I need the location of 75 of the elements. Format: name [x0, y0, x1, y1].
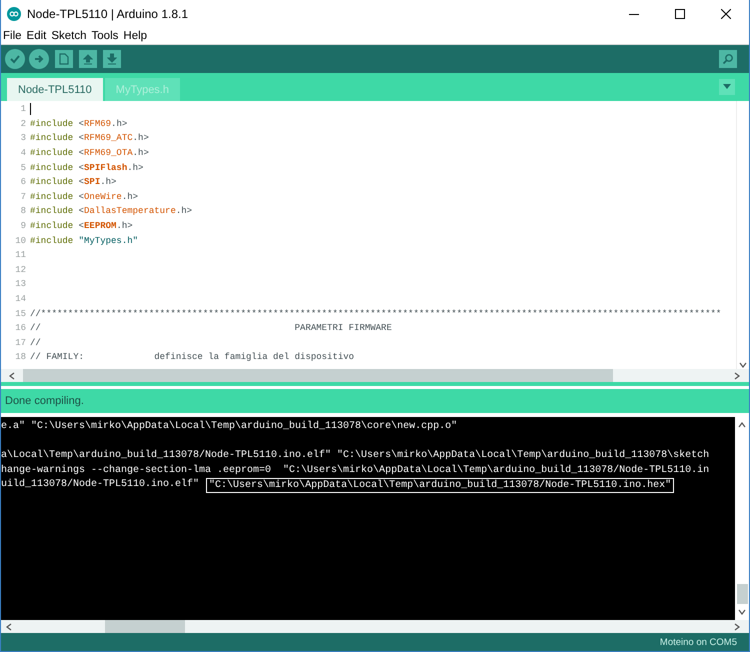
horizontal-scrollbar[interactable]: [1, 369, 749, 382]
menu-item[interactable]: File: [1, 30, 25, 42]
highlighted-console-text: "C:\Users\mirko\AppData\Local\Temp\arduino_build_113078/Node-TPL5110.ino.hex": [206, 478, 674, 494]
horizontal-scrollbar[interactable]: [1, 620, 749, 633]
code-line: #include <RFM69_OTA.h>: [30, 148, 149, 158]
text-cursor: [30, 103, 31, 116]
line-number: 14: [14, 294, 27, 304]
code-line: #include <RFM69_ATC.h>: [30, 133, 149, 144]
code-line: #include <DallasTemperature.h>: [30, 206, 192, 216]
chevron-up-icon[interactable]: [738, 421, 746, 429]
chevron-left-icon[interactable]: [5, 622, 13, 630]
line-number: 7: [20, 192, 27, 202]
line-number: 8: [20, 206, 27, 216]
code-line: #include <SPI.h>: [30, 177, 116, 188]
menu-item[interactable]: Help: [121, 30, 150, 42]
save-button[interactable]: [103, 50, 121, 68]
close-icon: [721, 9, 731, 19]
arrow-up-icon: [83, 53, 93, 65]
maximize-icon: [675, 9, 685, 19]
line-number: 5: [20, 162, 27, 173]
line-number: 10: [14, 236, 27, 246]
line-number: 13: [14, 279, 27, 290]
line-number: 17: [14, 338, 27, 348]
code-line: #include "MyTypes.h": [30, 236, 138, 246]
line-number: 2: [20, 118, 27, 129]
line-number: 18: [14, 352, 27, 362]
status-message: Done compiling.: [1, 389, 749, 413]
tab-menu-button[interactable]: [719, 79, 735, 95]
console-line: hange-warnings --change-section-lma .eeprom=0 "C:\Users\mirko\AppData\Local\Temp\arduino_build_113078/Node-TPL5110.in: [1, 464, 710, 478]
console-line: uild_113078/Node-TPL5110.ino.elf": [1, 478, 200, 492]
search-icon: [722, 53, 734, 65]
line-number: 3: [20, 133, 27, 144]
line-number: 11: [14, 250, 27, 260]
line-number: 16: [14, 323, 27, 334]
verify-button[interactable]: [5, 49, 25, 69]
code-line: #include <EEPROM.h>: [30, 221, 133, 232]
checkmark-icon: [9, 53, 21, 65]
code-line: // PARAMETRI FIRMWARE: [30, 323, 392, 334]
menu-item[interactable]: Sketch: [49, 30, 90, 42]
chevron-down-icon[interactable]: [738, 608, 746, 616]
triangle-down-icon: [723, 84, 731, 90]
menu-item[interactable]: Tools: [90, 30, 122, 42]
code-line: #include <RFM69.h>: [30, 118, 128, 129]
line-number: 9: [20, 221, 27, 232]
line-number: 6: [20, 177, 27, 188]
file-tab[interactable]: Node-TPL5110: [7, 78, 103, 101]
open-button[interactable]: [79, 50, 97, 68]
code-line: // FAMILY: definisce la famiglia del dispositivo: [30, 352, 354, 362]
serial-monitor-button[interactable]: [719, 50, 737, 68]
document-icon: [59, 53, 69, 65]
board-status: Moteino on COM5: [660, 636, 737, 648]
chevron-right-icon[interactable]: [733, 372, 741, 380]
window-title: Node-TPL5110 | Arduino 1.8.1: [27, 7, 190, 21]
code-line: #include <SPIFlash.h>: [30, 162, 144, 173]
chevron-left-icon[interactable]: [8, 372, 16, 380]
vertical-scrollbar[interactable]: [736, 101, 749, 369]
line-number: 15: [14, 308, 27, 319]
app-logo-icon: [7, 7, 21, 21]
code-line: //: [30, 338, 41, 348]
line-number: 1: [20, 104, 27, 114]
console-line: e.a" "C:\Users\mirko\AppData\Local\Temp\arduino_build_113078\core\new.cpp.o": [1, 420, 458, 434]
console-line: a\Local\Temp\arduino_build_113078/Node-TPL5110.ino.elf" "C:\Users\mirko\AppData\Local\Temp\arduino_build_113078\sketch: [1, 449, 710, 464]
arrow-down-icon: [107, 53, 117, 65]
chevron-right-icon[interactable]: [733, 622, 741, 630]
new-button[interactable]: [55, 50, 73, 68]
line-number: 4: [20, 148, 27, 158]
code-line: #include <OneWire.h>: [30, 192, 138, 202]
arrow-right-icon: [33, 53, 45, 65]
vertical-scrollbar[interactable]: [735, 417, 749, 620]
menu-item[interactable]: Edit: [24, 30, 50, 42]
code-line: //******************************************************************************************************************************: [30, 308, 722, 319]
scrollbar-thumb[interactable]: [736, 584, 748, 604]
line-number: 12: [14, 264, 27, 275]
upload-button[interactable]: [29, 49, 49, 69]
chevron-down-icon[interactable]: [739, 361, 747, 369]
